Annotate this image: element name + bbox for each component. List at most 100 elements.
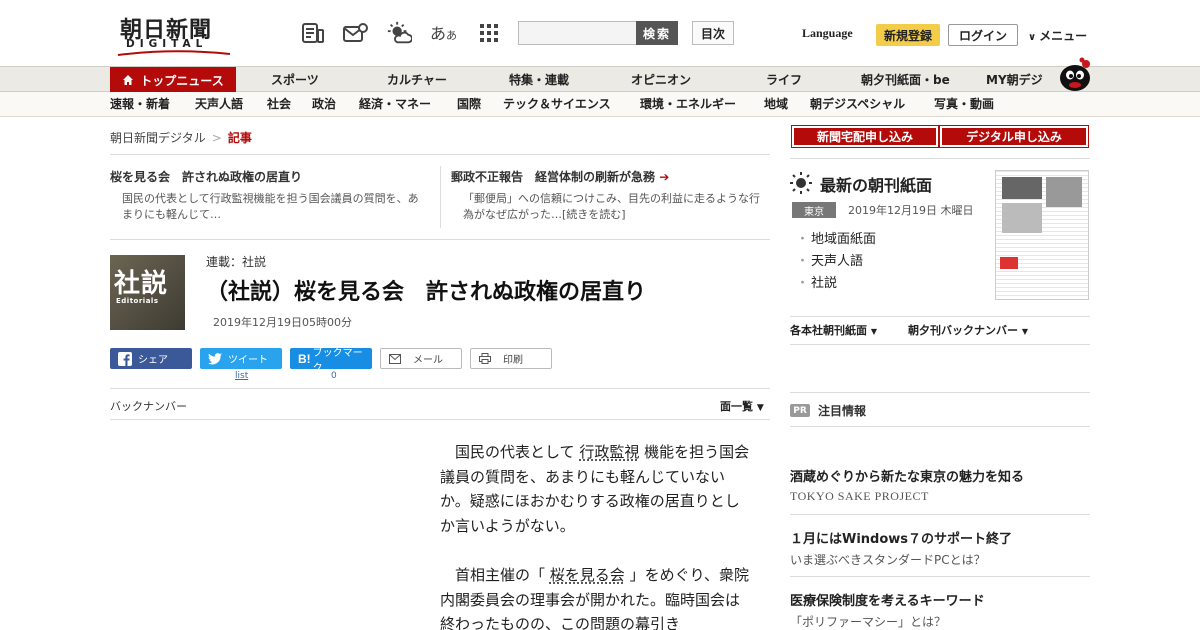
divider bbox=[110, 239, 770, 240]
promo-subtitle[interactable]: いま選ぶべきスタンダードPCとは？ bbox=[790, 551, 986, 568]
primary-nav: トップニュース スポーツ カルチャー 特集・連載 オピニオン ライフ 朝夕刊紙面… bbox=[0, 66, 1200, 93]
facebook-share-button[interactable]: シェア bbox=[110, 348, 192, 369]
secondary-nav: 速報・新着 天声人語 社会 政治 経済・マネー 国際 テック＆サイエンス 環境・… bbox=[0, 92, 1200, 117]
nav-my-asadigi[interactable]: MY朝デジ bbox=[986, 67, 1043, 93]
nav2-photo-video[interactable]: 写真・動画 bbox=[934, 92, 994, 117]
nav2-special[interactable]: 朝デジスペシャル bbox=[810, 92, 905, 117]
nav-features[interactable]: 特集・連載 bbox=[509, 67, 569, 93]
promo-title[interactable]: 酒蔵めぐりから新たな東京の魅力を知る bbox=[790, 466, 1024, 485]
related-title[interactable]: 桜を見る会 許されぬ政権の居直り bbox=[110, 168, 420, 185]
hatena-b-icon: B! bbox=[298, 351, 311, 366]
pr-badge: PR bbox=[790, 404, 810, 417]
paper-link-tenseijingo[interactable]: 天声人語 bbox=[796, 250, 863, 269]
divider bbox=[790, 344, 1090, 345]
promo-title[interactable]: 医療保険制度を考えるキーワード bbox=[790, 590, 985, 609]
weather-icon[interactable] bbox=[386, 20, 412, 46]
back-number-dropdown[interactable]: 朝夕刊バックナンバー ▼ bbox=[908, 322, 1028, 338]
article-paragraph: 国民の代表として 行政監視 機能を担う国会議員の質問を、あまりにも軽んじていない… bbox=[440, 443, 750, 535]
apps-grid-icon[interactable] bbox=[476, 20, 502, 46]
twitter-list-link[interactable]: list bbox=[235, 371, 248, 381]
related-text: 「郵便局」への信頼につけこみ、目先の利益に走るような行為がなぜ広がった…[続きを… bbox=[463, 192, 760, 221]
editorial-thumbnail: 社説 Editorials bbox=[110, 255, 185, 330]
nav2-breaking[interactable]: 速報・新着 bbox=[110, 92, 170, 117]
article-title: （社説）桜を見る会 許されぬ政権の居直り bbox=[206, 279, 647, 305]
nav2-environment[interactable]: 環境・エネルギー bbox=[640, 92, 736, 117]
caret-down-icon: ▼ bbox=[870, 327, 877, 336]
nav2-economy[interactable]: 経済・マネー bbox=[359, 92, 431, 117]
nav2-society[interactable]: 社会 bbox=[267, 92, 291, 117]
series-label[interactable]: 連載：社説 bbox=[206, 253, 266, 270]
breadcrumb-home[interactable]: 朝日新聞デジタル bbox=[110, 131, 206, 145]
paper-link-local[interactable]: 地域面紙面 bbox=[796, 228, 876, 247]
related-item[interactable]: 郵政不正報告 経営体制の刷新が急務 ➔ 「郵便局」への信頼につけこみ、目先の利益… bbox=[451, 168, 769, 223]
print-button[interactable]: 印刷 bbox=[470, 348, 552, 369]
caret-down-icon: ▼ bbox=[756, 403, 764, 413]
divider bbox=[790, 316, 1090, 317]
paper-link-editorial[interactable]: 社説 bbox=[796, 272, 837, 291]
mail-icon[interactable] bbox=[342, 20, 368, 46]
article-paragraph: 首相主催の「 桜を見る会 」をめぐり、衆院内閣委員会の理事会が開かれた。臨時国会… bbox=[440, 566, 749, 630]
mascot-icon[interactable] bbox=[1056, 56, 1092, 92]
page-list-dropdown[interactable]: 面一覧 ▼ bbox=[720, 398, 764, 414]
related-title[interactable]: 郵政不正報告 経営体制の刷新が急務 ➔ bbox=[451, 168, 769, 185]
nav2-region[interactable]: 地域 bbox=[764, 92, 788, 117]
divider bbox=[110, 154, 770, 155]
printer-icon bbox=[479, 353, 491, 364]
hatena-count: 0 bbox=[331, 371, 337, 381]
site-logo-sub: DIGITAL bbox=[126, 38, 208, 50]
breadcrumb: 朝日新聞デジタル > 記事 bbox=[110, 129, 252, 146]
index-button[interactable]: 目次 bbox=[692, 21, 734, 45]
promo-subtitle[interactable]: 「ポリファーマシー」とは？ bbox=[790, 613, 946, 630]
divider bbox=[790, 392, 1090, 393]
hatena-bookmark-button[interactable]: B! ブックマーク bbox=[290, 348, 372, 374]
newspaper-front-page-image[interactable] bbox=[995, 170, 1089, 300]
envelope-icon bbox=[389, 353, 401, 364]
twitter-share-button[interactable]: ツイート bbox=[200, 348, 282, 369]
home-delivery-button[interactable]: 新聞宅配申し込み bbox=[791, 125, 939, 148]
digital-subscribe-button[interactable]: デジタル申し込み bbox=[939, 125, 1089, 148]
sun-icon bbox=[790, 172, 812, 194]
breadcrumb-separator: > bbox=[211, 131, 222, 145]
nav-life[interactable]: ライフ bbox=[766, 67, 802, 93]
nav2-tenseijingo[interactable]: 天声人語 bbox=[195, 92, 243, 117]
register-button[interactable]: 新規登録 bbox=[876, 24, 940, 46]
nav-opinion[interactable]: オピニオン bbox=[631, 67, 691, 93]
search-button[interactable]: 検索 bbox=[636, 21, 678, 45]
nav2-politics[interactable]: 政治 bbox=[312, 92, 336, 117]
paper-location-badge: 東京 bbox=[792, 202, 836, 218]
mail-share-button[interactable]: メール bbox=[380, 348, 462, 369]
language-link[interactable]: Language bbox=[802, 26, 853, 41]
menu-button[interactable]: ∨ メニュー bbox=[1028, 27, 1087, 44]
back-numbers-label[interactable]: バックナンバー bbox=[110, 398, 187, 414]
related-item[interactable]: 桜を見る会 許されぬ政権の居直り 国民の代表として行政監視機能を担う国会議員の質… bbox=[110, 168, 420, 223]
newspaper-icon[interactable] bbox=[300, 20, 326, 46]
nav-sports[interactable]: スポーツ bbox=[271, 67, 319, 93]
nav2-international[interactable]: 国際 bbox=[457, 92, 481, 117]
regional-papers-dropdown[interactable]: 各本社朝刊紙面 ▼ bbox=[790, 322, 877, 338]
divider bbox=[790, 576, 1090, 577]
divider bbox=[790, 426, 1090, 427]
twitter-bird-icon bbox=[208, 352, 222, 364]
caret-down-icon: ▼ bbox=[1021, 327, 1028, 336]
divider bbox=[110, 388, 770, 389]
latest-paper-title[interactable]: 最新の朝刊紙面 bbox=[820, 172, 932, 196]
related-text: 国民の代表として行政監視機能を担う国会議員の質問を、あまりにも軽んじて… bbox=[122, 192, 419, 221]
login-button[interactable]: ログイン bbox=[948, 24, 1018, 46]
divider bbox=[110, 419, 770, 420]
nav-culture[interactable]: カルチャー bbox=[387, 67, 447, 93]
divider bbox=[790, 158, 1090, 159]
home-icon bbox=[123, 75, 134, 85]
keyword-link-gyosei-kanshi[interactable]: 行政監視 bbox=[579, 443, 639, 461]
promo-title[interactable]: １月にはWindows７のサポート終了 bbox=[790, 528, 1012, 547]
nav2-tech-science[interactable]: テック＆サイエンス bbox=[503, 92, 611, 117]
promo-subtitle[interactable]: TOKYO SAKE PROJECT bbox=[790, 489, 929, 504]
search-input[interactable] bbox=[518, 21, 638, 45]
nav-paper-be[interactable]: 朝夕刊紙面・be bbox=[861, 67, 950, 93]
keyword-link-sakura-wo-miru-kai[interactable]: 桜を見る会 bbox=[550, 566, 625, 584]
arrow-right-icon: ➔ bbox=[659, 170, 670, 184]
divider bbox=[440, 166, 441, 228]
logo-swoosh bbox=[118, 50, 230, 56]
thumbnail-kanji: 社説 bbox=[114, 269, 169, 299]
font-size-icon[interactable]: ああ bbox=[430, 20, 457, 44]
nav-top-news[interactable]: トップニュース bbox=[110, 67, 236, 93]
